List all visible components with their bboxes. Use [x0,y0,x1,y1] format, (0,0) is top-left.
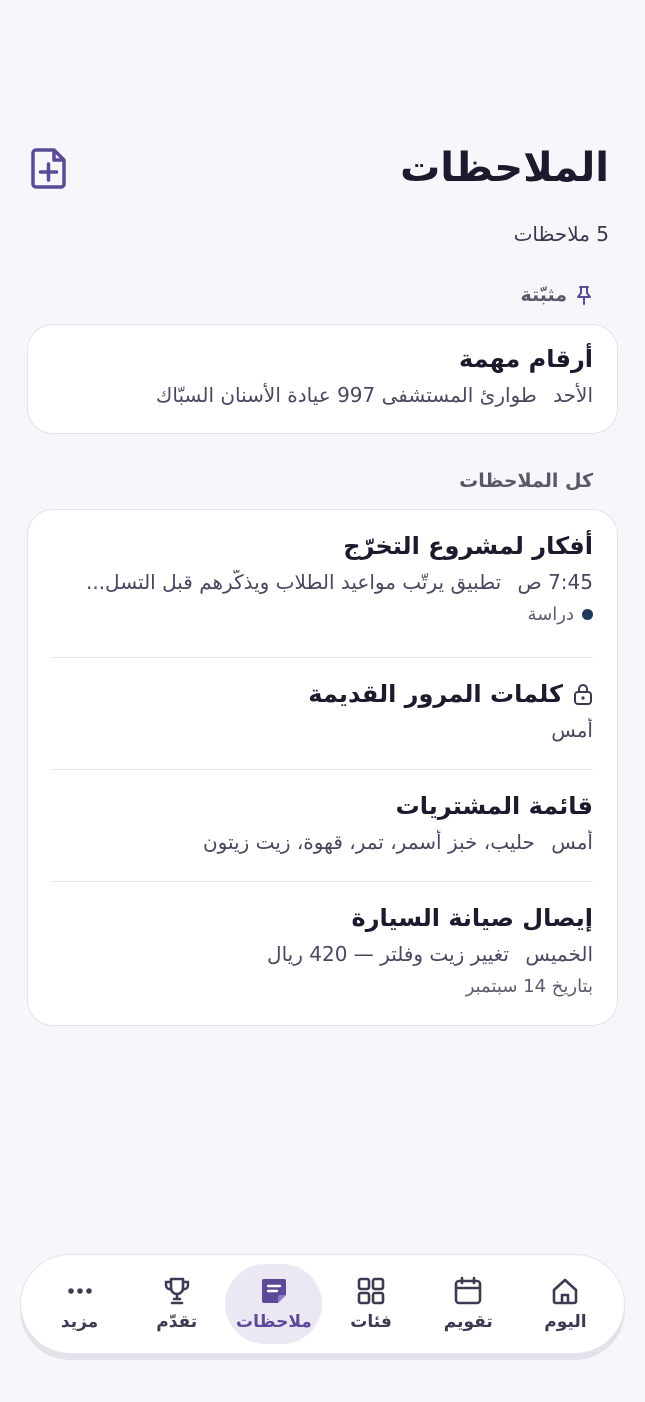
pin-icon [577,286,591,305]
more-dots-icon [67,1288,92,1294]
tab-calendar[interactable]: تقويم [420,1264,517,1344]
note-meta: أمس [52,718,593,742]
tab-label: اليوم [544,1312,587,1332]
note-item-car-receipt[interactable]: إيصال صيانة السيارة الخميس تغيير زيت وفل… [28,882,617,1025]
note-title: قائمة المشتريات [395,792,593,820]
note-tag: دراسة [52,604,593,625]
notes-count: 5 ملاحظات [513,222,609,246]
all-notes-section-label: كل الملاحظات [459,470,593,492]
header: الملاحظات [27,138,609,198]
note-item-graduation-ideas[interactable]: أفكار لمشروع التخرّج 7:45 ص تطبيق يرتّب … [28,510,617,658]
tab-label: تقدّم [156,1312,198,1332]
file-plus-icon [31,148,66,189]
note-time: أمس [551,830,593,854]
grid-icon [357,1277,385,1305]
pinned-section-label: مثبّتة [520,284,593,306]
note-preview: طوارئ المستشفى 997 عيادة الأسنان السبّاك [155,383,537,407]
tab-categories[interactable]: فئات [322,1264,419,1344]
pinned-label-text: مثبّتة [520,284,567,306]
pinned-notes-card: أرقام مهمة الأحد طوارئ المستشفى 997 عياد… [27,324,618,434]
tab-label: مزيد [60,1312,99,1332]
tab-label: فئات [350,1312,392,1332]
tab-notes[interactable]: ملاحظات [225,1264,323,1344]
note-title: كلمات المرور القديمة [308,680,563,708]
all-notes-card: أفكار لمشروع التخرّج 7:45 ص تطبيق يرتّب … [27,509,618,1026]
note-title: أرقام مهمة [458,345,593,373]
tab-progress[interactable]: تقدّم [128,1264,225,1344]
lock-icon [574,684,592,705]
home-icon [553,1278,578,1305]
note-meta: الخميس تغيير زيت وفلتر — 420 ريال [52,942,593,966]
note-preview: حليب، خبز أسمر، تمر، قهوة، زيت زيتون [202,830,535,854]
note-meta: الأحد طوارئ المستشفى 997 عيادة الأسنان ا… [52,383,593,407]
tab-more[interactable]: مزيد [31,1264,128,1344]
tab-today[interactable]: اليوم [517,1264,614,1344]
note-meta: أمس حليب، خبز أسمر، تمر، قهوة، زيت زيتون [52,830,593,854]
note-time: الأحد [553,383,593,407]
note-preview: تغيير زيت وفلتر — 420 ريال [267,942,509,966]
note-item-important-numbers[interactable]: أرقام مهمة الأحد طوارئ المستشفى 997 عياد… [28,325,617,433]
note-time: 7:45 ص [517,570,593,594]
trophy-icon [164,1277,189,1305]
calendar-icon [454,1276,482,1305]
all-notes-label-text: كل الملاحظات [459,470,593,492]
note-icon [261,1279,286,1303]
note-meta: 7:45 ص تطبيق يرتّب مواعيد الطلاب ويذكّره… [52,570,593,594]
note-preview: تطبيق يرتّب مواعيد الطلاب ويذكّرهم قبل ا… [85,570,502,594]
note-time: الخميس [525,942,593,966]
note-item-old-passwords[interactable]: كلمات المرور القديمة أمس [28,658,617,770]
note-item-shopping-list[interactable]: قائمة المشتريات أمس حليب، خبز أسمر، تمر،… [28,770,617,882]
tab-label: تقويم [443,1312,493,1332]
tag-dot [582,609,593,620]
note-extra: بتاريخ 14 سبتمبر [465,976,593,997]
bottom-tab-bar: اليوم تقويم فئات ملاحظات تقدّم مزيد [20,1254,625,1354]
tab-label: ملاحظات [236,1312,312,1332]
new-note-button[interactable] [27,146,71,190]
note-time: أمس [551,718,593,742]
note-title-row: كلمات المرور القديمة [52,680,593,708]
note-title: أفكار لمشروع التخرّج [343,532,593,560]
page-title: الملاحظات [400,145,609,191]
tag-label: دراسة [527,604,574,625]
note-title: إيصال صيانة السيارة [351,904,593,932]
